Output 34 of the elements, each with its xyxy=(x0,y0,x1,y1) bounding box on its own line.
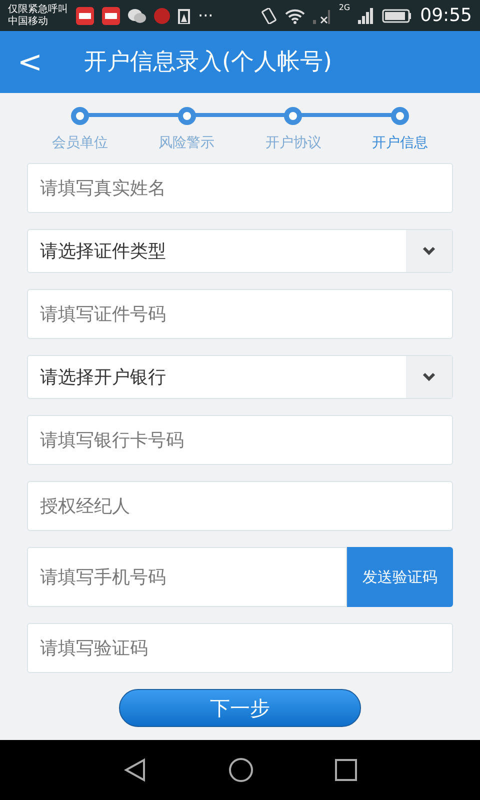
clock-time: 09:55 xyxy=(420,4,472,28)
text-input[interactable]: 请填写证件号码 xyxy=(27,289,453,339)
back-icon xyxy=(122,757,148,783)
app-icon xyxy=(154,8,170,24)
text-input[interactable]: 请填写真实姓名 xyxy=(27,163,453,213)
app-icon xyxy=(76,6,94,24)
next-button[interactable]: 下一步 xyxy=(119,689,361,727)
signal-icon xyxy=(358,8,374,24)
text-input[interactable]: 请填写银行卡号码 xyxy=(27,415,453,465)
carrier-text: 仅限紧急呼叫 xyxy=(8,4,68,16)
text-input[interactable]: 授权经纪人 xyxy=(27,481,453,531)
recents-icon xyxy=(334,758,358,782)
phone-input[interactable]: 请填写手机号码 xyxy=(27,547,347,607)
battery-icon xyxy=(382,8,412,22)
back-button[interactable]: < xyxy=(0,38,60,86)
select-field[interactable]: 请选择证件类型 xyxy=(27,229,453,273)
wifi-icon xyxy=(284,8,305,24)
step-label: 风险警示 xyxy=(158,134,216,153)
more-icon: ··· xyxy=(198,4,214,28)
step-label: 会员单位 xyxy=(51,134,109,153)
page-title: 开户信息录入(个人帐号) xyxy=(84,48,332,77)
text-input[interactable]: 请填写验证码 xyxy=(27,623,453,673)
select-field[interactable]: 请选择开户银行 xyxy=(27,355,453,399)
chat-icon xyxy=(128,8,146,24)
step-label: 开户信息 xyxy=(370,134,429,153)
step-label: 开户协议 xyxy=(264,134,322,153)
chevron-down-icon xyxy=(422,246,436,256)
no-signal-icon xyxy=(312,8,331,24)
network-label: 2G xyxy=(338,2,350,14)
chevron-down-icon xyxy=(422,372,436,382)
app-icon xyxy=(102,6,120,24)
send-code-button[interactable]: 发送验证码 xyxy=(347,547,453,607)
carrier-text: 中国移动 xyxy=(8,16,49,28)
home-icon xyxy=(228,757,254,783)
